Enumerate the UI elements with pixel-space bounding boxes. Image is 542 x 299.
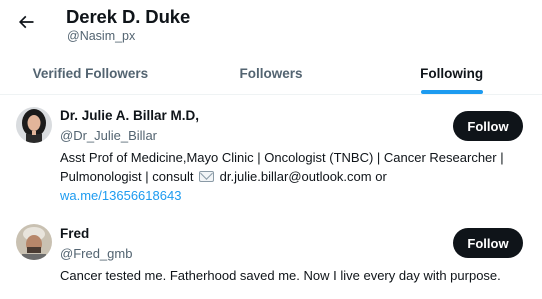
tab-bar: Verified Followers Followers Following [0, 52, 542, 95]
user-cell[interactable]: Fred @Fred_gmb Follow Cancer tested me. … [0, 214, 542, 294]
avatar[interactable] [16, 224, 52, 260]
bio-text: Pulmonologist | consult [60, 169, 198, 184]
bio-text: Cancer tested me. Fatherhood saved me. N… [60, 268, 501, 283]
page-handle: @Nasim_px [67, 29, 136, 43]
tab-label: Verified Followers [32, 65, 149, 81]
avatar[interactable] [16, 107, 52, 143]
user-handle[interactable]: @Fred_gmb [60, 246, 132, 261]
bio-text: Asst Prof of Medicine,Mayo Clinic | Onco… [60, 150, 504, 165]
user-cell[interactable]: Dr. Julie A. Billar M.D, @Dr_Julie_Billa… [0, 96, 542, 206]
user-bio: Cancer tested me. Fatherhood saved me. N… [60, 266, 530, 285]
bio-link[interactable]: wa.me/13656618643 [60, 188, 181, 203]
tab-following[interactable]: Following [361, 52, 542, 94]
bio-text: dr.julie.billar@outlook.com or [216, 169, 387, 184]
user-bio: Asst Prof of Medicine,Mayo Clinic | Onco… [60, 148, 530, 205]
page-header: Derek D. Duke @Nasim_px [0, 0, 542, 52]
envelope-icon [199, 171, 215, 182]
tab-label: Followers [239, 65, 303, 81]
back-button[interactable] [10, 8, 42, 40]
user-name[interactable]: Dr. Julie A. Billar M.D, [60, 108, 199, 123]
arrow-left-icon [16, 12, 36, 37]
active-tab-indicator [420, 90, 483, 94]
follow-button[interactable]: Follow [453, 111, 523, 141]
user-handle[interactable]: @Dr_Julie_Billar [60, 128, 157, 143]
follow-button[interactable]: Follow [453, 228, 523, 258]
page-title: Derek D. Duke [66, 6, 191, 27]
tab-label: Following [420, 65, 484, 81]
user-name[interactable]: Fred [60, 226, 89, 241]
tab-verified-followers[interactable]: Verified Followers [0, 52, 181, 94]
tab-followers[interactable]: Followers [181, 52, 362, 94]
